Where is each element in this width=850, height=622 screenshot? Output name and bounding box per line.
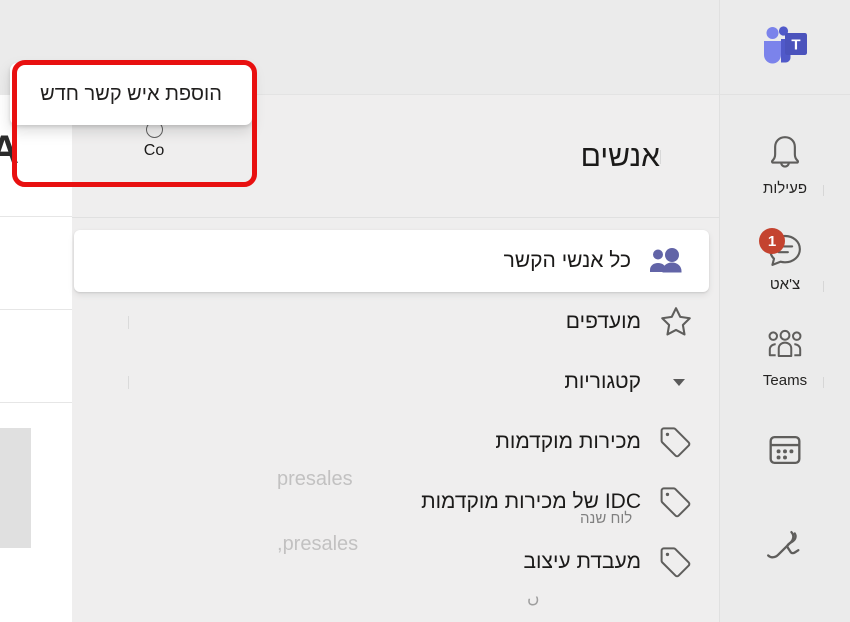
list-item-tag-presales[interactable]: מכירות מוקדמות (72, 412, 719, 472)
rail-item-calls[interactable] (720, 501, 850, 597)
tooltip-text: הוספת איש קשר חדש (40, 82, 222, 105)
contacts-nav-list: כל אנשי הקשר מועדפים קטגוריות מכירות מוק… (72, 230, 719, 592)
tag-icon (641, 546, 711, 578)
list-item-tag-design-lab[interactable]: מעבדת עיצוב (72, 532, 719, 592)
list-item-label: מעבדת עיצוב (523, 550, 642, 573)
left-panel-placeholder-block (0, 428, 31, 548)
list-section-categories[interactable]: קטגוריות (72, 352, 719, 412)
app-root: A Co אנשים כל אנשי הקשר מועדפים קטגוריות… (0, 0, 850, 622)
left-panel-divider (0, 216, 72, 217)
rail-item-label: פעילות (763, 180, 807, 197)
rail-item-label: צ'אט (769, 276, 801, 293)
left-panel-divider (0, 309, 72, 310)
header-tick-mark (660, 149, 661, 164)
tag-icon (641, 426, 711, 458)
app-rail: T פעילות 1 צ'אט Teams (719, 0, 850, 622)
chat-bubble-icon: 1 (759, 228, 805, 270)
new-contact-tooltip: הוספת איש קשר חדש (10, 63, 252, 125)
teams-people-icon (765, 326, 805, 366)
row-tick-mark (128, 315, 129, 329)
rail-item-activity[interactable]: פעילות (720, 117, 850, 213)
list-item-label: IDC של מכירות מוקדמות (421, 490, 641, 513)
phone-icon (765, 526, 805, 566)
rail-tick-mark (822, 377, 824, 388)
chat-unread-badge: 1 (759, 228, 785, 254)
list-item-tag-idc-presales[interactable]: IDC של מכירות מוקדמות (72, 472, 719, 532)
rail-tick-mark (822, 185, 824, 196)
rail-item-calendar[interactable] (720, 405, 850, 501)
star-outline-icon (641, 306, 711, 338)
chevron-down-icon[interactable] (641, 378, 711, 386)
list-item-favorites[interactable]: מועדפים (72, 292, 719, 352)
rail-item-chat[interactable]: 1 צ'אט (720, 213, 850, 309)
teams-logo-container: T (720, 0, 850, 95)
people-group-icon (631, 248, 701, 274)
tag-icon (641, 486, 711, 518)
rail-item-list: פעילות 1 צ'אט Teams (720, 95, 850, 597)
list-item-label: כל אנשי הקשר (503, 249, 631, 272)
list-item-all-contacts[interactable]: כל אנשי הקשר (74, 230, 709, 292)
list-item-label: מועדפים (565, 310, 641, 333)
list-item-label: מכירות מוקדמות (495, 430, 641, 453)
left-panel-divider (0, 402, 72, 403)
partial-letter-glyph: A (0, 128, 19, 172)
list-section-label: קטגוריות (564, 370, 641, 393)
rail-tick-mark (822, 281, 824, 292)
page-title: אנשים (580, 139, 660, 173)
row-tick-mark (128, 375, 129, 389)
bell-icon (765, 134, 805, 174)
svg-text:T: T (791, 37, 800, 54)
rail-item-label: Teams (762, 372, 808, 389)
calendar-icon (765, 430, 805, 470)
rail-item-teams[interactable]: Teams (720, 309, 850, 405)
teams-logo-icon: T (757, 24, 813, 70)
